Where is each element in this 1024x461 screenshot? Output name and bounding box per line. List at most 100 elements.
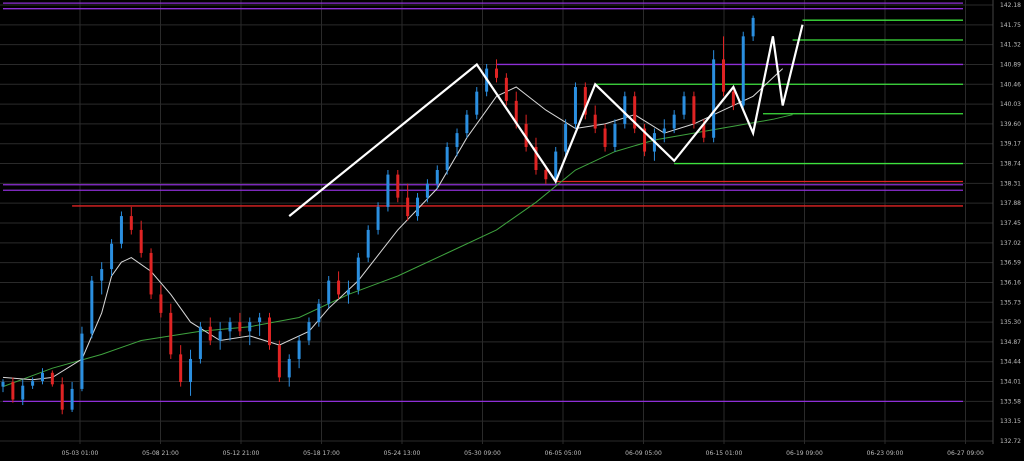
candle-body: [425, 183, 429, 198]
candle-body: [267, 317, 271, 346]
candle-body: [1, 382, 5, 387]
y-tick-label: 132.72: [1000, 438, 1021, 445]
x-tick-label: 05-12 21:00: [223, 450, 260, 457]
y-axis: 142.18 141.75 141.32 140.89 140.46 140.03 139.…: [1000, 2, 1021, 445]
candle-body: [327, 280, 331, 304]
x-tick-label: 06-15 01:00: [706, 450, 743, 457]
candle-body: [297, 340, 301, 359]
candle-body: [445, 146, 449, 170]
candle-body: [179, 354, 183, 383]
y-tick-label: 136.16: [1000, 279, 1021, 286]
candle-body: [208, 326, 212, 341]
candle-body: [731, 91, 735, 106]
y-tick-label: 142.18: [1000, 2, 1021, 9]
candle-body: [692, 96, 696, 124]
x-tick-label: 05-18 17:00: [303, 450, 340, 457]
y-tick-label: 137.02: [1000, 240, 1021, 247]
candle-body: [435, 169, 439, 184]
y-tick-label: 133.58: [1000, 398, 1021, 405]
y-tick-label: 138.74: [1000, 161, 1021, 168]
candle-body: [169, 312, 173, 355]
y-tick-label: 139.60: [1000, 121, 1021, 128]
x-tick-label: 05-08 21:00: [142, 450, 179, 457]
candle-body: [751, 17, 755, 37]
candle-body: [593, 114, 597, 129]
y-tick-label: 138.31: [1000, 180, 1021, 187]
candle-body: [110, 243, 114, 270]
candle-body: [495, 68, 498, 78]
candle-body: [238, 322, 242, 332]
candle-body: [307, 322, 311, 341]
candle-body: [317, 303, 321, 323]
y-tick-label: 140.89: [1000, 61, 1021, 68]
candle-body: [623, 96, 627, 124]
candle-body: [258, 317, 262, 323]
x-tick-label: 05-24 13:00: [384, 450, 421, 457]
candle-body: [287, 358, 291, 378]
candle-body: [504, 77, 508, 101]
y-tick-label: 139.17: [1000, 141, 1021, 148]
y-tick-label: 136.59: [1000, 260, 1021, 267]
candle-body: [139, 229, 143, 253]
candle-body: [603, 128, 607, 147]
candle-body: [455, 133, 459, 147]
candle-body: [228, 322, 232, 332]
candle-body: [50, 372, 54, 385]
candle-body: [31, 381, 35, 386]
chart-background: [0, 0, 1024, 461]
y-tick-label: 133.15: [1000, 418, 1021, 425]
candle-body: [21, 385, 25, 400]
x-tick-label: 06-09 05:00: [625, 450, 662, 457]
x-tick-label: 06-27 09:00: [947, 450, 984, 457]
candle-body: [544, 169, 548, 180]
candle-body: [386, 174, 390, 207]
candle-body: [337, 280, 341, 295]
candle-body: [741, 36, 745, 106]
x-tick-label: 05-30 09:00: [464, 450, 501, 457]
y-tick-label: 135.73: [1000, 299, 1021, 306]
candle-body: [129, 216, 133, 230]
candle-body: [90, 280, 94, 334]
candle-body: [346, 289, 350, 295]
candle-body: [159, 294, 163, 313]
x-tick-label: 05-03 01:00: [62, 450, 99, 457]
y-tick-label: 134.87: [1000, 339, 1021, 346]
candle-body: [189, 358, 193, 383]
candle-body: [149, 252, 153, 295]
candle-body: [662, 128, 666, 134]
candle-body: [465, 114, 469, 134]
candle-body: [573, 87, 577, 124]
candle-body: [722, 59, 726, 92]
x-tick-label: 06-05 05:00: [545, 450, 582, 457]
y-tick-label: 135.30: [1000, 319, 1021, 326]
candle-body: [60, 384, 64, 410]
candle-body: [366, 229, 370, 258]
x-tick-label: 06-19 09:00: [786, 450, 823, 457]
candle-body: [376, 206, 380, 230]
candle-body: [248, 322, 252, 332]
candle-body: [119, 216, 123, 244]
candle-body: [554, 151, 558, 180]
y-tick-label: 140.03: [1000, 101, 1021, 108]
price-chart[interactable]: 142.18 141.75 141.32 140.89 140.46 140.03 139.…: [0, 0, 1024, 461]
candle-body: [40, 372, 44, 382]
candle-body: [396, 174, 400, 198]
candle-body: [218, 331, 222, 341]
candle-body: [406, 197, 410, 217]
candle-body: [564, 123, 568, 152]
candle-body: [672, 114, 676, 129]
candle-body: [356, 257, 360, 290]
y-tick-label: 137.45: [1000, 220, 1021, 227]
y-tick-label: 134.44: [1000, 359, 1021, 366]
candle-body: [277, 345, 281, 378]
y-tick-label: 141.75: [1000, 22, 1021, 29]
candle-body: [11, 382, 15, 400]
y-tick-label: 141.32: [1000, 42, 1021, 49]
candle-body: [682, 96, 686, 115]
candle-body: [712, 59, 716, 138]
y-tick-label: 134.01: [1000, 379, 1021, 386]
candle-body: [80, 333, 84, 389]
candle-body: [416, 197, 420, 217]
candle-body: [475, 91, 479, 115]
candle-body: [613, 123, 617, 147]
